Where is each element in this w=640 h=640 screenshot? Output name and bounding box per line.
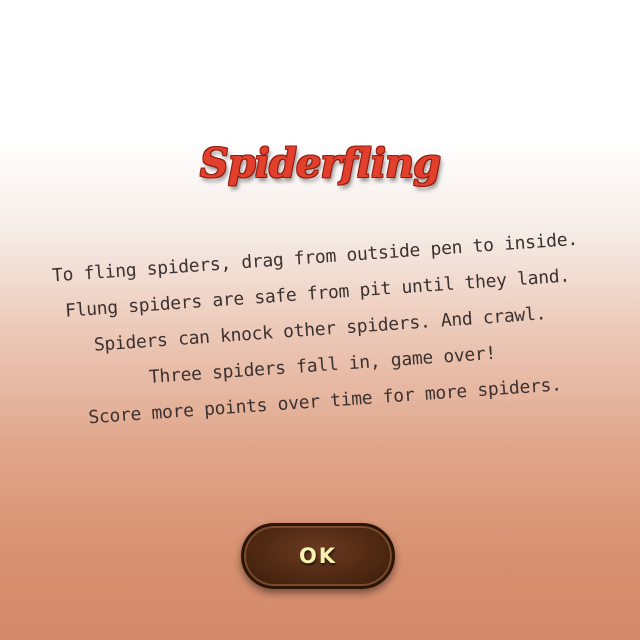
ok-button-label: OK — [298, 544, 338, 568]
instructions-text: To fling spiders, drag from outside pen … — [14, 219, 625, 440]
game-title: Spiderfling — [199, 140, 441, 187]
ok-button[interactable]: OK — [241, 523, 395, 589]
